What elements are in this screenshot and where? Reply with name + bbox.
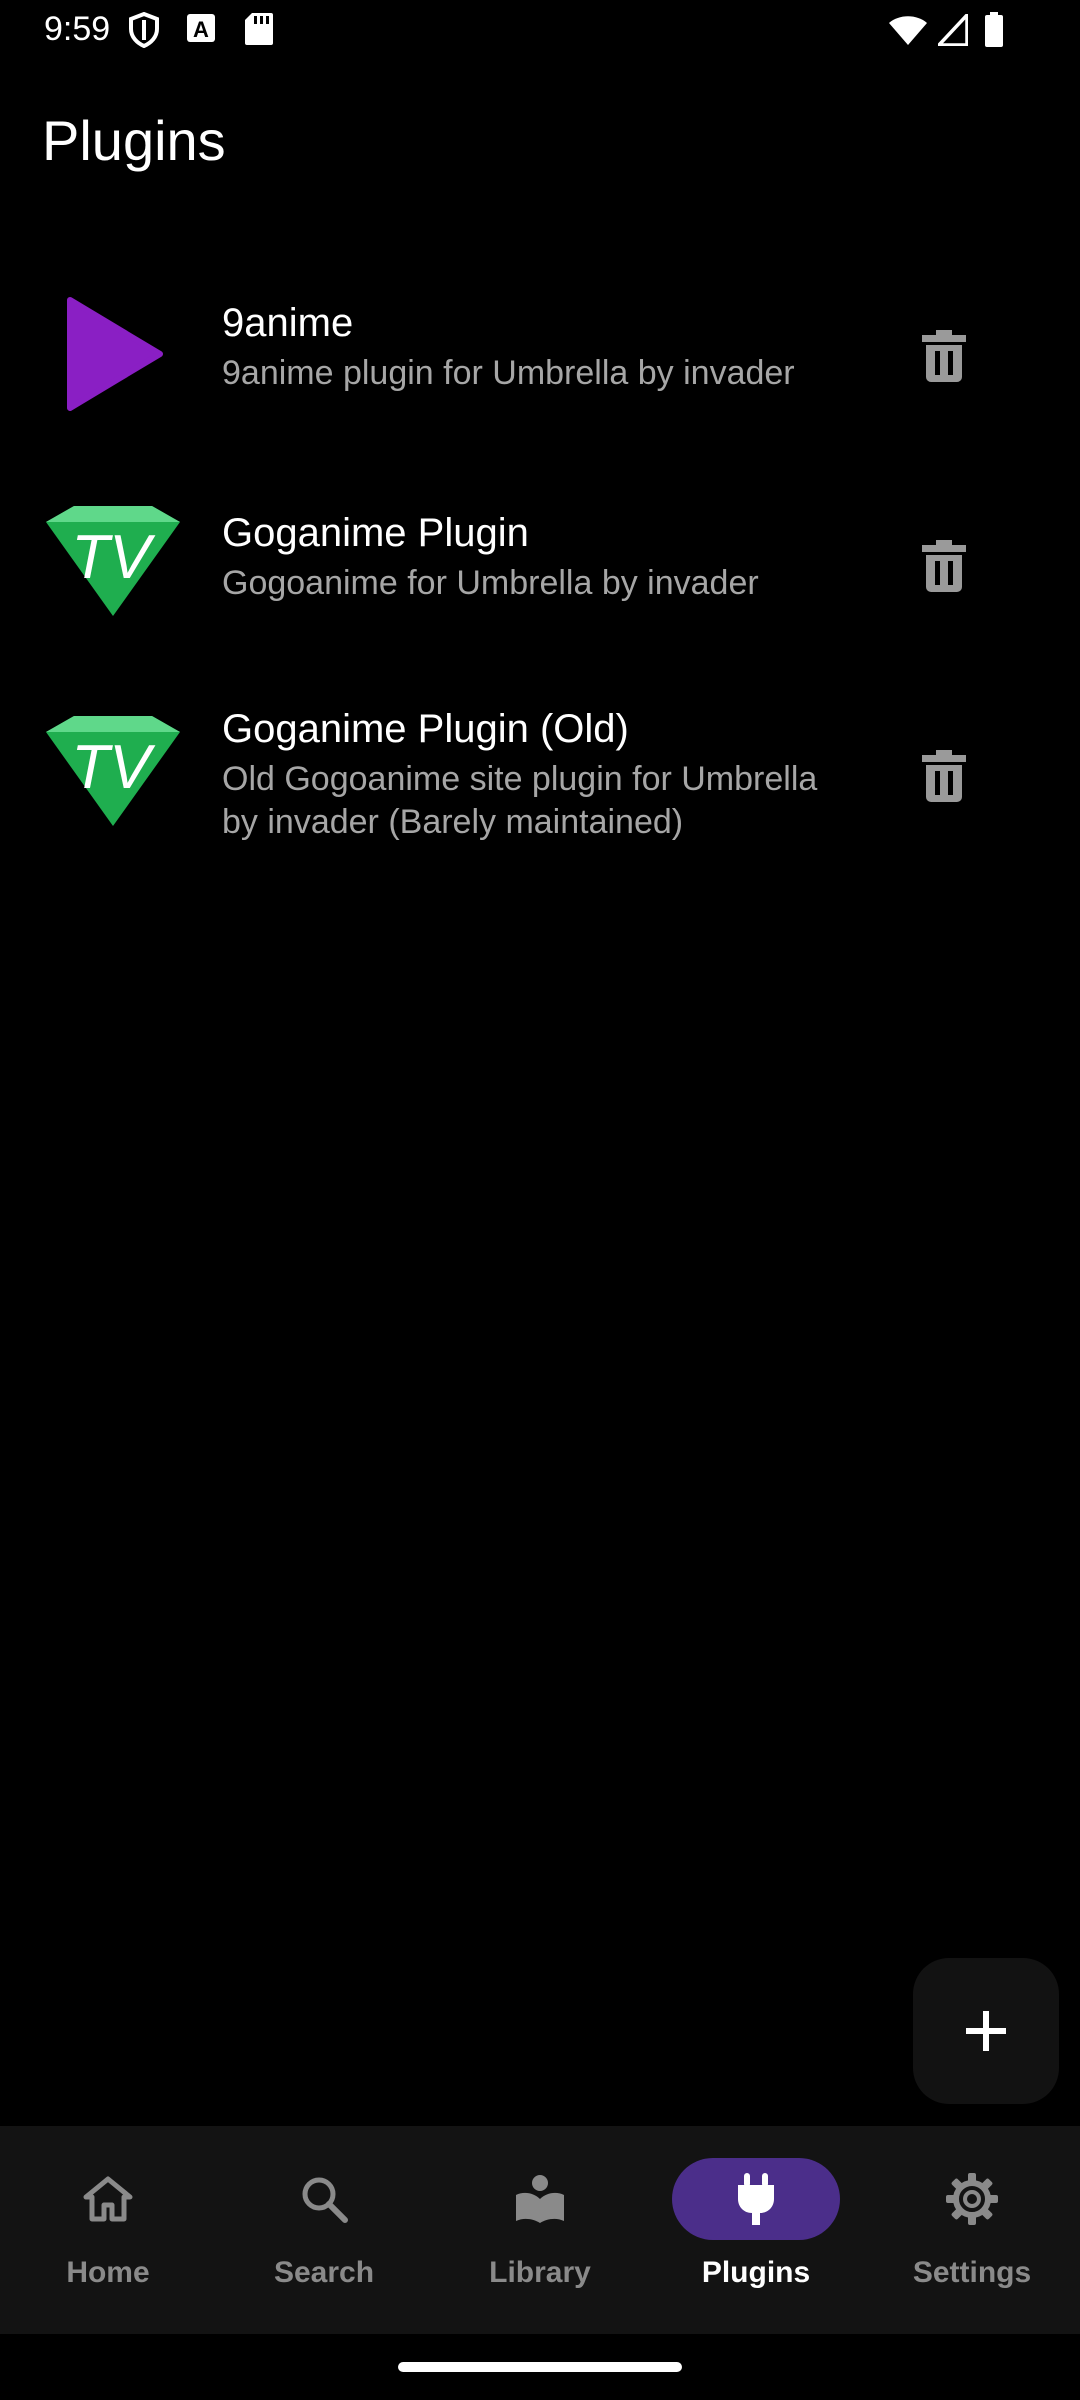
- nav-item-library[interactable]: Library: [432, 2126, 648, 2334]
- plugin-description: 9anime plugin for Umbrella by invader: [222, 354, 795, 392]
- battery-icon: [984, 12, 1004, 53]
- nav-item-home[interactable]: Home: [0, 2126, 216, 2334]
- sd-card-icon: [244, 12, 274, 51]
- list-item[interactable]: 9anime 9anime plugin for Umbrella by inv…: [0, 262, 1080, 472]
- plugin-name: 9anime: [222, 301, 354, 345]
- svg-text:TV: TV: [71, 523, 156, 592]
- home-icon: [83, 2176, 133, 2222]
- signal-icon: [934, 10, 969, 51]
- plugin-name: Goganime Plugin (Old): [222, 707, 629, 751]
- nav-label: Search: [273, 2256, 375, 2289]
- plugin-description: Gogoanime for Umbrella by invader: [222, 564, 759, 602]
- nav-label: Settings: [912, 2256, 1032, 2289]
- plugin-list: 9anime 9anime plugin for Umbrella by inv…: [0, 262, 1080, 902]
- gesture-bar[interactable]: [398, 2362, 682, 2372]
- delete-button[interactable]: [900, 312, 988, 400]
- nav-active-indicator: [672, 2158, 840, 2240]
- plug-icon: [738, 2173, 774, 2225]
- nav-item-search[interactable]: Search: [216, 2126, 432, 2334]
- svg-text:TV: TV: [71, 733, 156, 802]
- trash-icon: [922, 330, 966, 382]
- page-title: Plugins: [42, 109, 226, 172]
- status-bar: 9:59 A: [0, 0, 1080, 62]
- nav-label: Home: [66, 2256, 150, 2289]
- shield-icon: [128, 11, 160, 53]
- wifi-icon: [888, 14, 928, 51]
- gear-icon: [946, 2173, 998, 2225]
- search-icon: [302, 2177, 348, 2223]
- play-triangle-icon: [40, 290, 186, 420]
- tv-logo-icon: TV: [40, 710, 186, 840]
- bottom-nav: Home Search Library Plugins Settings: [0, 2126, 1080, 2334]
- list-item[interactable]: TV Goganime Plugin Gogoanime for Umbrell…: [0, 472, 1080, 682]
- plus-icon: [966, 2011, 1006, 2051]
- trash-icon: [922, 750, 966, 802]
- delete-button[interactable]: [900, 732, 988, 820]
- list-item[interactable]: TV Goganime Plugin (Old) Old Gogoanime s…: [0, 682, 1080, 902]
- delete-button[interactable]: [900, 522, 988, 610]
- plugin-description: Old Gogoanime site plugin for Umbrella b…: [222, 760, 818, 841]
- library-icon: [516, 2175, 564, 2223]
- nav-label: Plugins: [701, 2256, 811, 2289]
- status-time: 9:59: [44, 10, 111, 48]
- nav-label: Library: [489, 2256, 591, 2289]
- screen: 9:59 A Plugins 9anime 9anime plugin for …: [0, 0, 1080, 2400]
- tv-logo-icon: TV: [40, 500, 186, 630]
- font-icon: A: [186, 12, 216, 49]
- plugin-name: Goganime Plugin: [222, 511, 529, 555]
- svg-text:A: A: [193, 17, 209, 42]
- trash-icon: [922, 540, 966, 592]
- nav-item-settings[interactable]: Settings: [864, 2126, 1080, 2334]
- nav-item-plugins[interactable]: Plugins: [648, 2126, 864, 2334]
- add-plugin-button[interactable]: [913, 1958, 1059, 2104]
